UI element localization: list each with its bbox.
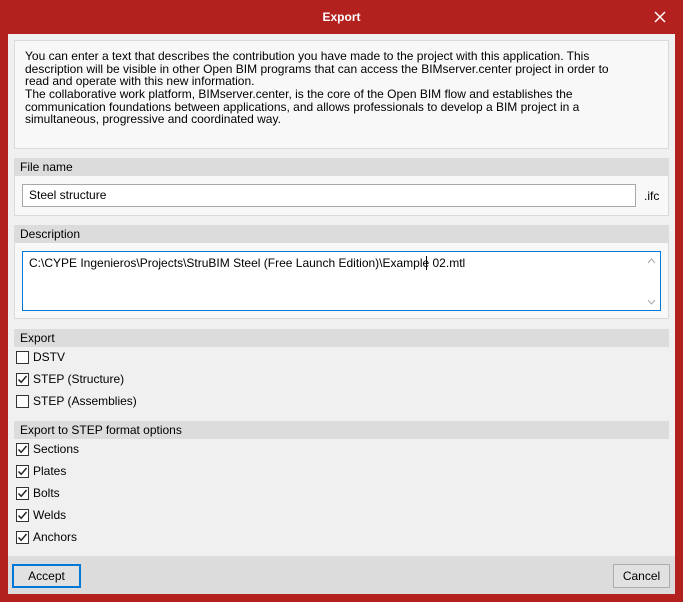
checkbox-bolts[interactable]: Bolts xyxy=(16,485,60,501)
dialog-body: You can enter a text that describes the … xyxy=(8,34,675,594)
checkbox-label: DSTV xyxy=(33,350,66,364)
scroll-down-button[interactable] xyxy=(646,298,656,306)
checkbox-box[interactable] xyxy=(16,442,29,456)
checkbox-box[interactable] xyxy=(16,486,29,500)
export-dialog: Export You can enter a text that describ… xyxy=(0,0,683,602)
checkbox-label: Bolts xyxy=(33,486,60,500)
checkbox-label: Plates xyxy=(33,464,67,478)
checkbox-label: Sections xyxy=(33,442,80,456)
description-textarea[interactable]: C:\CYPE Ingenieros\Projects\StruBIM Stee… xyxy=(22,251,661,311)
file-name-input[interactable]: Steel structure xyxy=(22,184,636,207)
checkbox-anchors[interactable]: Anchors xyxy=(16,529,77,545)
checkbox-step-structure[interactable]: STEP (Structure) xyxy=(16,371,124,387)
checkbox-box[interactable] xyxy=(16,530,29,544)
description-header: Description xyxy=(14,225,669,243)
accept-button[interactable]: Accept xyxy=(12,564,81,588)
checkbox-label: STEP (Assemblies) xyxy=(33,394,137,408)
close-button[interactable] xyxy=(637,0,683,34)
checkmark-icon xyxy=(17,533,28,541)
export-header: Export xyxy=(14,329,669,347)
step-options-header: Export to STEP format options xyxy=(14,421,669,439)
checkmark-icon xyxy=(17,511,28,519)
close-icon xyxy=(654,11,666,23)
info-line: You can enter a text that describes the … xyxy=(25,49,590,63)
checkbox-box[interactable] xyxy=(16,394,29,408)
checkmark-icon xyxy=(17,489,28,497)
checkbox-plates[interactable]: Plates xyxy=(16,463,66,479)
description-text: C:\CYPE Ingenieros\Projects\StruBIM Stee… xyxy=(29,256,466,270)
text-caret xyxy=(426,256,427,270)
checkbox-welds[interactable]: Welds xyxy=(16,507,66,523)
checkmark-icon xyxy=(17,445,28,453)
checkbox-label: Welds xyxy=(33,508,67,522)
info-line: simultaneous, progressive and coordinate… xyxy=(25,112,281,127)
window-title: Export xyxy=(322,10,361,24)
checkbox-box[interactable] xyxy=(16,372,29,386)
checkbox-box[interactable] xyxy=(16,508,29,522)
scroll-down-arrow-icon xyxy=(647,299,655,305)
checkbox-label: Anchors xyxy=(33,530,78,544)
scroll-up-button[interactable] xyxy=(646,257,656,265)
file-extension-label: .ifc xyxy=(644,189,660,203)
checkbox-step-assemblies[interactable]: STEP (Assemblies) xyxy=(16,393,137,409)
checkmark-icon xyxy=(17,467,28,475)
button-bar: Accept Cancel xyxy=(8,556,675,594)
info-line: The collaborative work platform, BIMserv… xyxy=(25,87,573,102)
checkmark-icon xyxy=(17,375,28,383)
cancel-button[interactable]: Cancel xyxy=(613,564,670,588)
title-bar: Export xyxy=(0,0,683,34)
checkbox-box[interactable] xyxy=(16,464,29,478)
info-text-box: You can enter a text that describes the … xyxy=(14,40,669,149)
file-name-header: File name xyxy=(14,158,669,176)
checkbox-dstv[interactable]: DSTV xyxy=(16,349,65,365)
checkbox-label: STEP (Structure) xyxy=(33,372,125,386)
scroll-up-arrow-icon xyxy=(647,258,655,264)
checkbox-sections[interactable]: Sections xyxy=(16,441,79,457)
checkbox-box[interactable] xyxy=(16,350,29,364)
